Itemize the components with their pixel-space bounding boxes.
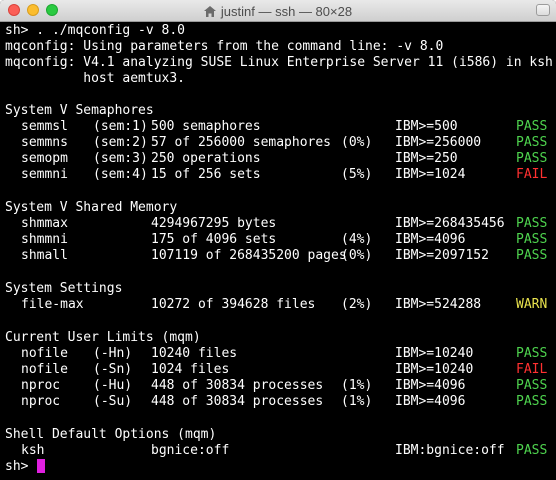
check-name: ksh (21, 443, 45, 458)
check-name: semmns (21, 135, 68, 150)
status-label: PASS (516, 119, 548, 134)
check-value: 175 of 4096 sets (151, 232, 277, 247)
check-row: nproc (-Su) 448 of 30834 processes (1%) IBM>… (5, 394, 553, 410)
output-line: mqconfig: Using parameters from the comm… (5, 39, 444, 54)
check-req: IBM>=4096 (395, 232, 466, 247)
check-row: semopm (sem:3) 250 operations IBM>=250 PASS (5, 151, 553, 167)
check-name: nofile (21, 346, 68, 361)
check-req: IBM>=2097152 (395, 248, 489, 263)
check-key: (-Sn) (93, 362, 133, 377)
check-value: 15 of 256 sets (151, 167, 261, 182)
status-label: PASS (516, 443, 548, 458)
status-label: PASS (516, 248, 548, 263)
check-value: 10272 of 394628 files (151, 297, 316, 312)
check-name: semopm (21, 151, 68, 166)
terminal-output[interactable]: sh> . ./mqconfig -v 8.0 mqconfig: Using … (0, 22, 556, 480)
check-req: IBM>=10240 (395, 346, 474, 361)
check-req: IBM>=256000 (395, 135, 482, 150)
check-pct: (5%) (341, 167, 373, 182)
check-name: shmall (21, 248, 68, 263)
check-pct: (0%) (341, 248, 373, 263)
window-title-area: justinf — ssh — 80×28 (0, 0, 556, 22)
home-folder-icon (203, 5, 216, 17)
check-row: shmall 107119 of 268435200 pages (0%) IBM>=… (5, 248, 553, 264)
section-title: System Settings (5, 281, 123, 296)
section-title: Shell Default Options (mqm) (5, 427, 217, 442)
status-label: PASS (516, 378, 548, 393)
check-pct: (2%) (341, 297, 373, 312)
check-name: shmmax (21, 216, 68, 231)
check-value: 57 of 256000 semaphores (151, 135, 332, 150)
check-req: IBM>=10240 (395, 362, 474, 377)
text-cursor (37, 459, 45, 473)
status-label: FAIL (516, 167, 548, 182)
check-row: file-max 10272 of 394628 files (2%) IBM>=52… (5, 297, 553, 313)
check-key: (sem:1) (93, 119, 148, 134)
check-value: bgnice:off (151, 443, 230, 458)
command-line: sh> . ./mqconfig -v 8.0 (5, 23, 186, 38)
check-value: 448 of 30834 processes (151, 378, 324, 393)
check-row: shmmni 175 of 4096 sets (4%) IBM>=4096 PASS (5, 232, 553, 248)
section-title: System V Shared Memory (5, 200, 178, 215)
check-row: nofile (-Hn) 10240 files IBM>=10240 PASS (5, 346, 553, 362)
check-req: IBM>=524288 (395, 297, 482, 312)
check-key: (sem:4) (93, 167, 148, 182)
check-req: IBM>=500 (395, 119, 458, 134)
check-value: 107119 of 268435200 pages (151, 248, 347, 263)
check-name: shmmni (21, 232, 68, 247)
check-pct: (1%) (341, 378, 373, 393)
section-title: Current User Limits (mqm) (5, 330, 201, 345)
status-label: FAIL (516, 362, 548, 377)
check-key: (-Hn) (93, 346, 133, 361)
terminal-window: justinf — ssh — 80×28 sh> . ./mqconfig -… (0, 0, 556, 480)
check-key: (sem:3) (93, 151, 148, 166)
check-name: file-max (21, 297, 84, 312)
check-value: 448 of 30834 processes (151, 394, 324, 409)
status-label: PASS (516, 216, 548, 231)
check-row: shmmax 4294967295 bytes IBM>=268435456 PASS (5, 216, 553, 232)
check-row: semmsl (sem:1) 500 semaphores IBM>=500 PASS (5, 119, 553, 135)
status-label: WARN (516, 297, 548, 312)
check-pct: (1%) (341, 394, 373, 409)
check-name: semmsl (21, 119, 68, 134)
check-row: ksh bgnice:off IBM:bgnice:off PASS (5, 443, 553, 459)
check-key: (-Hu) (93, 378, 133, 393)
check-req: IBM>=268435456 (395, 216, 505, 231)
status-label: PASS (516, 135, 548, 150)
output-line: mqconfig: V4.1 analyzing SUSE Linux Ente… (5, 55, 556, 70)
check-pct: (4%) (341, 232, 373, 247)
check-row: nproc (-Hu) 448 of 30834 processes (1%) IBM>… (5, 378, 553, 394)
check-value: 1024 files (151, 362, 230, 377)
window-title: justinf — ssh — 80×28 (220, 3, 353, 19)
check-pct: (0%) (341, 135, 373, 150)
section-title: System V Semaphores (5, 103, 154, 118)
check-value: 10240 files (151, 346, 238, 361)
check-value: 500 semaphores (151, 119, 261, 134)
title-bar: justinf — ssh — 80×28 (0, 0, 556, 22)
check-req: IBM:bgnice:off (395, 443, 505, 458)
output-line: host aemtux3. (5, 71, 186, 86)
check-value: 4294967295 bytes (151, 216, 277, 231)
check-req: IBM>=4096 (395, 378, 466, 393)
check-name: nproc (21, 378, 61, 393)
check-row: nofile (-Sn) 1024 files IBM>=10240 FAIL (5, 362, 553, 378)
prompt-line: sh> (5, 459, 553, 475)
check-req: IBM>=1024 (395, 167, 466, 182)
check-req: IBM>=4096 (395, 394, 466, 409)
fullscreen-button[interactable] (536, 4, 550, 16)
check-row: semmni (sem:4) 15 of 256 sets (5%) IBM>=1024… (5, 167, 553, 183)
check-row: semmns (sem:2) 57 of 256000 semaphores (0%)… (5, 135, 553, 151)
status-label: PASS (516, 151, 548, 166)
check-name: nofile (21, 362, 68, 377)
check-key: (sem:2) (93, 135, 148, 150)
status-label: PASS (516, 346, 548, 361)
check-name: nproc (21, 394, 61, 409)
check-key: (-Su) (93, 394, 133, 409)
status-label: PASS (516, 232, 548, 247)
check-req: IBM>=250 (395, 151, 458, 166)
check-name: semmni (21, 167, 68, 182)
check-value: 250 operations (151, 151, 261, 166)
status-label: PASS (516, 394, 548, 409)
